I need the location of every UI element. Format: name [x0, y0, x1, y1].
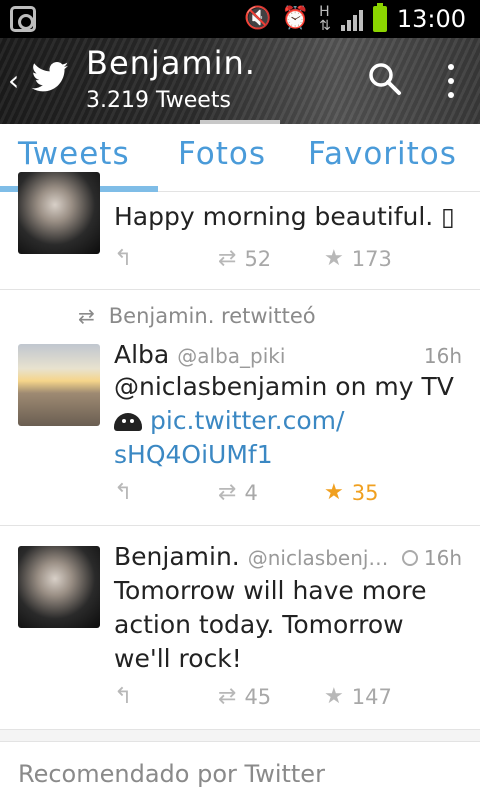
tweet-feed[interactable]: Happy morning beautiful. ▯ ↰ ⇄ 52 ★ 173 ⇄ …: [0, 172, 480, 800]
tweet-actions: ↰ ⇄ 45 ★ 147: [114, 684, 474, 714]
alarm-icon: ⏰: [281, 6, 310, 31]
star-icon: ★: [324, 480, 344, 505]
tweet-time: 16h: [401, 546, 462, 570]
tweet-actions: ↰ ⇄ 52 ★ 173: [114, 246, 474, 276]
tweet-author: Benjamin. @niclasbenj…: [114, 542, 388, 571]
tweet-text-line: @niclasbenjamin on my TV: [114, 372, 454, 401]
tweet-link[interactable]: sHQ4OiUMf1: [114, 438, 464, 472]
retweet-icon: ⇄: [218, 480, 237, 505]
retweet-icon: ⇄: [218, 684, 237, 709]
status-icons: 🔇 ⏰ H ⇅ 13:00: [244, 3, 466, 34]
author-name: Alba: [114, 340, 170, 369]
tweet-count: 3.219 Tweets: [86, 88, 231, 113]
mute-icon: 🔇: [244, 6, 272, 31]
tweet-item[interactable]: ⇄ Benjamin. retwitteó Alba @alba_piki 16h…: [0, 290, 480, 526]
profile-header: ‹ Benjamin. 3.219 Tweets: [0, 38, 480, 124]
clock: 13:00: [396, 5, 466, 33]
tweet-text: Happy morning beautiful. ▯: [114, 202, 455, 231]
avatar[interactable]: [18, 546, 100, 628]
tweet-text-line: action today. Tomorrow: [114, 610, 404, 639]
retweet-context: ⇄ Benjamin. retwitteó: [78, 304, 316, 328]
retweet-icon: ⇄: [78, 304, 95, 328]
twitter-bird-icon[interactable]: [30, 58, 70, 98]
retweet-button[interactable]: ⇄ 45: [218, 684, 271, 709]
tab-favoritos[interactable]: Favoritos: [308, 136, 457, 172]
reply-icon: ↰: [114, 480, 133, 505]
favorite-button[interactable]: ★ 147: [324, 684, 392, 709]
search-icon[interactable]: [368, 62, 402, 96]
recommended-heading: Recomendado por Twitter: [18, 760, 325, 788]
tweet-actions: ↰ ⇄ 4 ★ 35: [114, 480, 474, 510]
tweet-item[interactable]: Happy morning beautiful. ▯ ↰ ⇄ 52 ★ 173: [0, 172, 480, 290]
retweet-count: 4: [244, 480, 258, 505]
favorite-count: 35: [351, 480, 379, 505]
instagram-icon: [10, 6, 36, 32]
favorite-button[interactable]: ★ 35: [324, 480, 378, 505]
star-icon: ★: [324, 684, 344, 709]
author-handle: @niclasbenj…: [247, 546, 389, 570]
globe-icon: [401, 550, 418, 566]
status-bar: 🔇 ⏰ H ⇅ 13:00: [0, 0, 480, 38]
tweet-link[interactable]: pic.twitter.com/: [150, 406, 344, 435]
section-divider: [0, 730, 480, 742]
battery-icon: [372, 3, 387, 32]
reply-button[interactable]: ↰: [114, 480, 132, 505]
tweet-item[interactable]: Benjamin. @niclasbenj… 16h Tomorrow will …: [0, 526, 480, 730]
favorite-button[interactable]: ★ 173: [324, 246, 392, 271]
reply-icon: ↰: [114, 684, 133, 709]
tweet-author: Alba @alba_piki: [114, 340, 285, 369]
android-icon: [114, 413, 142, 431]
tweet-text: Tomorrow will have more action today. To…: [114, 574, 464, 676]
author-name: Benjamin.: [114, 542, 240, 571]
tweet-text: @niclasbenjamin on my TV pic.twitter.com…: [114, 370, 464, 472]
favorite-count: 147: [351, 684, 392, 709]
signal-icon: [340, 7, 363, 31]
reply-button[interactable]: ↰: [114, 684, 132, 709]
favorite-count: 173: [351, 246, 392, 271]
retweet-context-text: Benjamin. retwitteó: [108, 304, 316, 328]
tweet-text-line: pic.twitter.com/: [114, 404, 464, 438]
reply-icon: ↰: [114, 246, 133, 271]
tweet-time-text: 16h: [423, 546, 462, 570]
tab-fotos[interactable]: Fotos: [178, 136, 266, 172]
retweet-icon: ⇄: [218, 246, 237, 271]
reply-button[interactable]: ↰: [114, 246, 132, 271]
tweet-time: 16h: [423, 344, 462, 368]
star-icon: ★: [324, 246, 344, 271]
tab-tweets[interactable]: Tweets: [18, 136, 130, 172]
retweet-button[interactable]: ⇄ 4: [218, 480, 258, 505]
retweet-count: 52: [244, 246, 272, 271]
profile-name: Benjamin.: [86, 44, 256, 82]
more-options-icon[interactable]: [446, 64, 456, 98]
avatar[interactable]: [18, 172, 100, 254]
data-icon: H ⇅: [319, 4, 331, 34]
author-handle: @alba_piki: [177, 344, 286, 368]
retweet-button[interactable]: ⇄ 52: [218, 246, 271, 271]
back-chevron-icon[interactable]: ‹: [8, 64, 19, 97]
tweet-text-line: Tomorrow will have more: [114, 576, 427, 605]
tweet-text-line: we'll rock!: [114, 644, 242, 673]
avatar[interactable]: [18, 344, 100, 426]
retweet-count: 45: [244, 684, 272, 709]
